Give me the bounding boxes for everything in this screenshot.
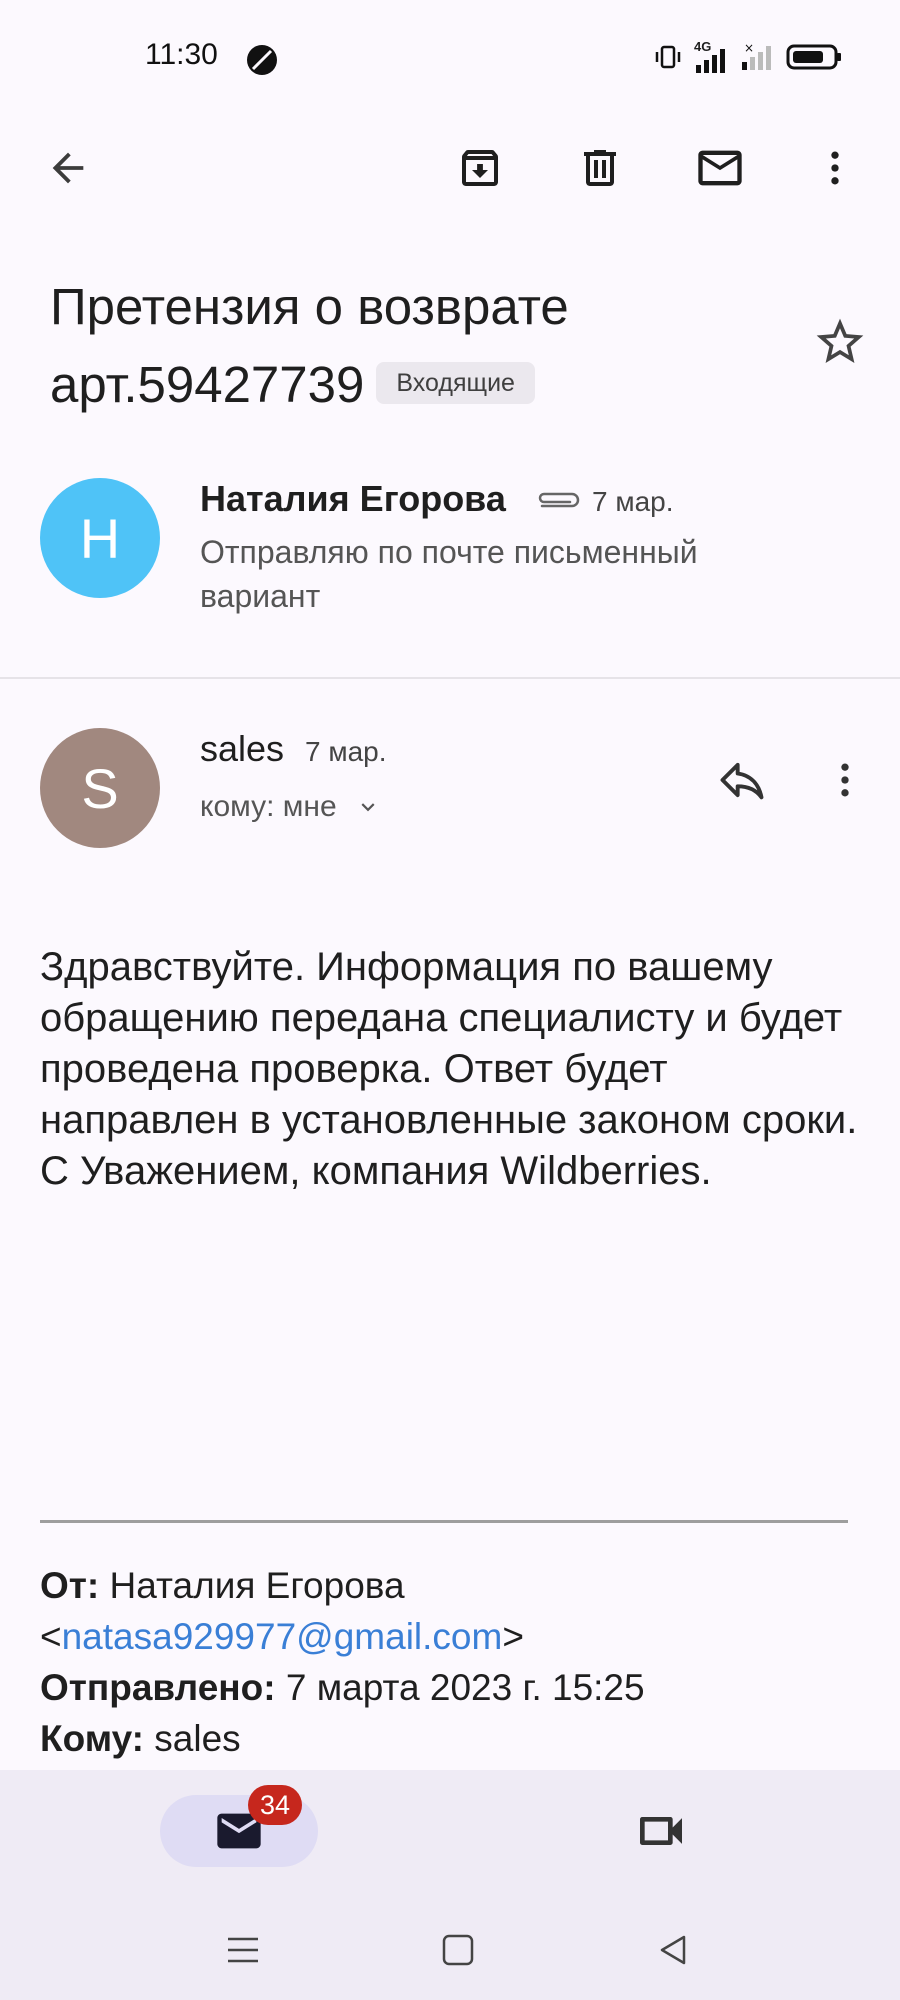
message-divider xyxy=(0,677,900,679)
status-icons: 4G × xyxy=(654,39,842,77)
quote-separator xyxy=(40,1520,848,1523)
attachment-icon xyxy=(534,490,582,519)
battery-icon xyxy=(786,44,842,75)
message-body: Здравствуйте. Информация по вашему обращ… xyxy=(40,942,870,1197)
recipients-label: кому: мне xyxy=(200,790,337,823)
reply-button[interactable] xyxy=(712,750,772,810)
sender-avatar[interactable]: Н xyxy=(40,478,160,598)
quoted-to-label: Кому: xyxy=(40,1718,144,1759)
system-home-button[interactable] xyxy=(433,1925,483,1975)
home-square-icon xyxy=(442,1934,474,1966)
vibrate-icon xyxy=(654,43,682,76)
quoted-sent-label: Отправлено: xyxy=(40,1667,276,1708)
archive-icon xyxy=(462,150,498,186)
more-options-button[interactable] xyxy=(805,138,865,198)
message-more-button[interactable] xyxy=(815,750,875,810)
system-menu-button[interactable] xyxy=(218,1925,268,1975)
body-paragraph: Здравствуйте. Информация по вашему обращ… xyxy=(40,945,858,1142)
archive-button[interactable] xyxy=(450,138,510,198)
delete-button[interactable] xyxy=(570,138,630,198)
more-vert-icon xyxy=(831,151,839,185)
quoted-from-label: От: xyxy=(40,1565,100,1606)
quoted-from: От: Наталия Егорова <natasa929977@gmail.c… xyxy=(40,1565,524,1657)
nav-tab-meet[interactable] xyxy=(628,1803,694,1859)
message-date: 7 мар. xyxy=(592,486,674,517)
sender-name: sales xyxy=(200,728,285,769)
signal-weak-icon: × xyxy=(740,41,774,77)
back-button[interactable] xyxy=(38,138,98,198)
reply-icon xyxy=(720,762,764,800)
signal-4g-icon: 4G xyxy=(694,39,728,75)
network-label: 4G xyxy=(694,38,712,54)
sender-name: Наталия Егорова xyxy=(200,478,506,519)
email-subject: Претензия о возврате арт.59427739 Входящи… xyxy=(50,268,790,424)
system-back-button[interactable] xyxy=(648,1925,698,1975)
quoted-sent: Отправлено: 7 марта 2023 г. 15:25 xyxy=(40,1662,870,1713)
svg-text:×: × xyxy=(744,42,754,55)
back-triangle-icon xyxy=(660,1935,686,1965)
quoted-to-value: sales xyxy=(154,1718,241,1759)
message-date: 7 мар. xyxy=(305,736,387,767)
chevron-down-icon xyxy=(361,803,375,812)
quoted-from-email-link[interactable]: natasa929977@gmail.com xyxy=(62,1616,503,1657)
star-button[interactable] xyxy=(812,314,868,375)
more-vert-icon xyxy=(841,763,849,797)
quoted-sent-value: 7 марта 2023 г. 15:25 xyxy=(285,1667,645,1708)
message-snippet[interactable]: Отправляю по почте письменный вариант xyxy=(200,530,800,618)
mail-icon xyxy=(698,150,742,186)
unread-count-badge: 34 xyxy=(248,1785,302,1825)
quoted-header: От: Наталия Егорова <natasa929977@gmail.c… xyxy=(40,1560,870,1764)
star-outline-icon xyxy=(816,318,864,363)
menu-icon xyxy=(228,1937,258,1963)
delete-icon xyxy=(584,150,616,186)
sender-avatar[interactable]: S xyxy=(40,728,160,848)
dnd-icon xyxy=(246,44,278,81)
arrow-back-icon xyxy=(52,152,84,184)
body-signature: С Уважением, компания Wildberries. xyxy=(40,1149,712,1193)
quoted-from-name: Наталия Егорова xyxy=(109,1565,405,1606)
status-time: 11:30 xyxy=(145,38,218,71)
recipients-toggle[interactable]: кому: мне xyxy=(200,790,381,824)
videocam-icon xyxy=(640,1817,682,1845)
quoted-to: Кому: sales xyxy=(40,1713,870,1764)
mark-unread-button[interactable] xyxy=(690,138,750,198)
label-chip-inbox[interactable]: Входящие xyxy=(376,361,535,404)
